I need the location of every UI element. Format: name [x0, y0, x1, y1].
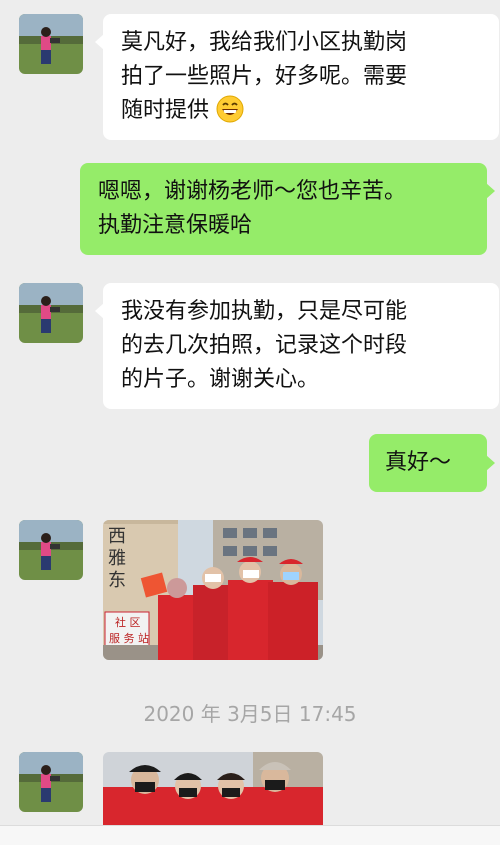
message-line: 执勤注意保暖哈: [98, 213, 253, 238]
avatar-photo: [19, 283, 83, 343]
message-line: 莫凡好，我给我们小区执勤岗: [121, 30, 408, 55]
contact-avatar[interactable]: [19, 283, 83, 343]
avatar-photo: [19, 752, 83, 812]
bubble-tail: [486, 183, 495, 199]
image-message[interactable]: 西 雅 东 社 区 服 务 站: [103, 520, 323, 660]
avatar-photo: [19, 14, 83, 74]
contact-avatar[interactable]: [19, 752, 83, 812]
message-line: 真好～: [385, 450, 452, 475]
chat-timestamp: 2020 年 3月5日 17:45: [143, 702, 357, 726]
grinning-face-emoji: [216, 95, 244, 123]
avatar-photo: [19, 520, 83, 580]
message-line: 的去几次拍照，记录这个时段: [121, 333, 408, 358]
sign-char: 东: [108, 570, 126, 591]
image-message[interactable]: [103, 752, 323, 825]
message-bubble[interactable]: 嗯嗯，谢谢杨老师～您也辛苦。 执勤注意保暖哈: [80, 163, 487, 255]
message-line: 随时提供: [121, 94, 481, 128]
contact-avatar[interactable]: [19, 520, 83, 580]
sign-char: 西: [108, 526, 126, 547]
message-bubble[interactable]: 我没有参加执勤，只是尽可能 的去几次拍照，记录这个时段 的片子。谢谢关心。: [103, 283, 499, 409]
message-line: 我没有参加执勤，只是尽可能: [121, 299, 408, 324]
volunteers-photo: [103, 752, 323, 825]
message-text: 随时提供: [121, 98, 210, 123]
input-toolbar[interactable]: [0, 825, 500, 845]
bubble-tail: [486, 455, 495, 471]
sign-text: 服 务 站: [109, 631, 149, 645]
contact-avatar[interactable]: [19, 14, 83, 74]
message-bubble[interactable]: 莫凡好，我给我们小区执勤岗 拍了一些照片，好多呢。需要 随时提供: [103, 14, 499, 140]
message-bubble[interactable]: 真好～: [369, 434, 487, 492]
volunteers-photo: 西 雅 东 社 区 服 务 站: [103, 520, 323, 660]
message-line: 的片子。谢谢关心。: [121, 367, 320, 392]
sign-text: 社 区: [115, 615, 141, 629]
sign-char: 雅: [108, 548, 126, 569]
message-line: 拍了一些照片，好多呢。需要: [121, 64, 408, 89]
message-line: 嗯嗯，谢谢杨老师～您也辛苦。: [98, 179, 407, 204]
